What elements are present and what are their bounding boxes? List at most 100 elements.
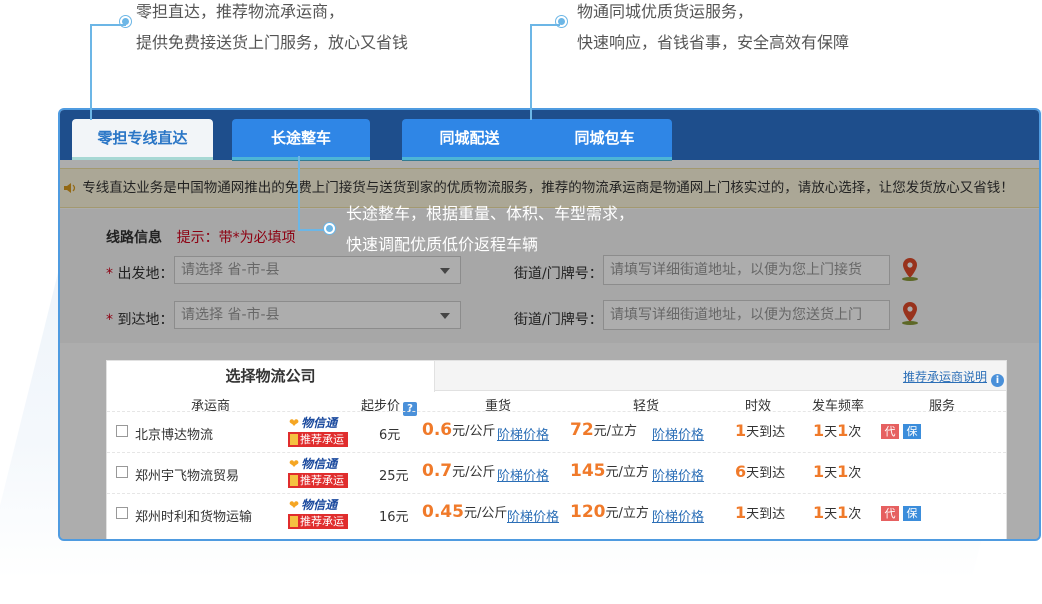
section-title-text: 线路信息 — [106, 230, 162, 246]
departure-frequency: 1天1次 — [813, 462, 861, 481]
callout-city-line2: 快速响应，省钱省事，安全高效有保障 — [577, 33, 850, 52]
table-row[interactable]: 郑州宇飞物流贸易 ❤ 物信通 推荐承运商 25元 0.7元/公斤 阶梯价格 145元/立方 阶梯… — [107, 452, 1006, 502]
map-pin-icon[interactable] — [900, 257, 920, 281]
callout-ltl: 零担直达，推荐物流承运商， 提供免费接送货上门服务，放心又省钱 — [120, 0, 409, 58]
heavy-tier-link[interactable]: 阶梯价格 — [497, 424, 549, 443]
callout-ltl-line2: 提供免费接送货上门服务，放心又省钱 — [136, 33, 409, 52]
cod-service-icon: 代 — [881, 506, 899, 521]
start-price: 25元 — [379, 469, 409, 484]
table-row[interactable]: 郑州时利和货物运输 ❤ 物信通 推荐承运商 16元 0.45元/公斤 阶梯价格 120元/立方… — [107, 493, 1006, 539]
callout-ltl-line1: 零担直达，推荐物流承运商， — [136, 2, 345, 21]
heavy-tier-link[interactable]: 阶梯价格 — [507, 506, 559, 525]
heavy-price-value: 0.7 — [422, 461, 453, 481]
freq-times: 1 — [837, 503, 849, 522]
light-price-value: 72 — [570, 420, 594, 440]
tab-city-charter[interactable]: 同城包车 — [537, 119, 672, 157]
heavy-tier-link[interactable]: 阶梯价格 — [497, 465, 549, 484]
dest-select[interactable]: 请选择 省-市-县 — [174, 301, 461, 329]
callout-line-city-h — [530, 24, 560, 26]
required-hint: 提示：带*为必填项 — [176, 230, 296, 246]
origin-placeholder: 请选择 省-市-县 — [181, 262, 280, 278]
insurance-service-icon: 保 — [903, 424, 921, 439]
logo-text: 物信通 — [301, 416, 338, 430]
chevron-down-icon — [440, 268, 450, 274]
tab-city-delivery[interactable]: 同城配送 — [402, 119, 537, 157]
section-title: 线路信息 提示：带*为必填项 — [106, 227, 296, 247]
dest-label-text: 到达地： — [117, 312, 174, 328]
freq-day-unit: 天 — [824, 425, 838, 440]
wuxintong-logo: ❤ 物信通 — [289, 496, 349, 512]
transit-time-value: 6 — [735, 462, 747, 481]
callout-line-long-h — [298, 229, 326, 231]
row-checkbox[interactable] — [116, 425, 128, 437]
start-price: 16元 — [379, 510, 409, 525]
light-price: 72元/立方 — [570, 420, 637, 440]
wuxintong-logo: ❤ 物信通 — [289, 455, 349, 471]
carrier-results: 选择物流公司 推荐承运商说明 i 承运商 起步价? 重货 轻货 时效 发车频率 服… — [106, 360, 1007, 539]
tab-ltl[interactable]: 零担专线直达 — [72, 119, 213, 157]
tab-city-group: 同城配送 同城包车 — [402, 119, 672, 157]
heavy-price-unit: 元/公斤 — [463, 506, 508, 521]
info-icon: i — [991, 374, 1004, 387]
recommend-explain-link[interactable]: 推荐承运商说明 i — [903, 368, 1004, 387]
light-tier-link[interactable]: 阶梯价格 — [652, 465, 704, 484]
heavy-price-value: 0.45 — [422, 502, 464, 522]
origin-select[interactable]: 请选择 省-市-县 — [174, 256, 461, 284]
light-price-unit: 元/立方 — [605, 506, 649, 521]
wuxintong-logo: ❤ 物信通 — [289, 414, 349, 430]
light-price-unit: 元/立方 — [593, 424, 638, 439]
light-price-unit: 元/立方 — [605, 465, 649, 480]
callout-line-city — [530, 24, 532, 120]
heavy-price-value: 0.6 — [422, 420, 453, 440]
logo-text: 物信通 — [301, 457, 338, 471]
logo-text: 物信通 — [301, 498, 338, 512]
freq-day-unit: 天 — [824, 507, 838, 522]
recommended-badge: 推荐承运商 — [288, 514, 348, 539]
heart-logo-icon: ❤ — [289, 457, 300, 471]
light-tier-link[interactable]: 阶梯价格 — [652, 506, 704, 525]
callout-dot — [324, 223, 335, 234]
chevron-down-icon — [440, 313, 450, 319]
origin-street-label: 街道/门牌号： — [514, 266, 603, 282]
row-checkbox[interactable] — [116, 507, 128, 519]
freq-days: 1 — [813, 421, 825, 440]
light-price: 120元/立方 — [570, 502, 649, 522]
heart-logo-icon: ❤ — [289, 498, 300, 512]
freq-day-unit: 天 — [824, 466, 838, 481]
tab-long-haul[interactable]: 长途整车 — [232, 119, 370, 157]
required-mark: * — [106, 266, 113, 282]
carrier-name: 郑州宇飞物流贸易 — [135, 469, 240, 484]
freq-times-unit: 次 — [848, 507, 862, 522]
transit-time: 6天到达 — [735, 462, 785, 481]
transit-time-unit: 天到达 — [746, 425, 786, 440]
light-tier-link[interactable]: 阶梯价格 — [652, 424, 704, 443]
callout-long-haul: 长途整车，根据重量、体积、车型需求， 快速调配优质低价返程车辆 — [324, 198, 634, 260]
table-row[interactable]: 北京博达物流 ❤ 物信通 推荐承运商 6元 0.6元/公斤 阶梯价格 72元/立方 阶梯价格 1天… — [107, 411, 1006, 461]
transit-time: 1天到达 — [735, 503, 785, 522]
transit-time-unit: 天到达 — [746, 466, 786, 481]
transit-time-value: 1 — [735, 503, 747, 522]
heavy-price-unit: 元/公斤 — [452, 424, 496, 439]
light-price-value: 120 — [570, 502, 606, 522]
dest-street-input[interactable]: 请填写详细街道地址，以便为您送货上门 — [603, 300, 890, 330]
notice-text: 专线直达业务是中国物通网推出的免费上门接货与送货到家的优质物流服务，推荐的物流承… — [82, 180, 1014, 196]
cod-service-icon: 代 — [881, 424, 899, 439]
explain-link-text[interactable]: 推荐承运商说明 — [903, 370, 987, 384]
origin-street-placeholder: 请填写详细街道地址，以便为您上门接货 — [610, 262, 862, 278]
freq-times-unit: 次 — [848, 425, 862, 440]
carrier-name: 北京博达物流 — [135, 428, 214, 443]
heavy-price: 0.7元/公斤 — [422, 461, 496, 481]
map-pin-icon[interactable] — [900, 301, 920, 325]
departure-frequency: 1天1次 — [813, 421, 861, 440]
freq-times: 1 — [837, 462, 849, 481]
callout-line-ltl — [90, 24, 92, 120]
heavy-price: 0.6元/公斤 — [422, 420, 496, 440]
tab-choose-carrier[interactable]: 选择物流公司 — [107, 361, 435, 392]
origin-street-input[interactable]: 请填写详细街道地址，以便为您上门接货 — [603, 255, 890, 285]
freight-panel: 零担专线直达 长途整车 同城配送 同城包车 专线直达业务是中国物通网推出的免费上门… — [58, 108, 1041, 541]
carrier-name: 郑州时利和货物运输 — [135, 510, 253, 525]
dest-street-label: 街道/门牌号： — [514, 312, 603, 328]
heart-logo-icon: ❤ — [289, 416, 300, 430]
row-checkbox[interactable] — [116, 466, 128, 478]
recommended-badge: 推荐承运商 — [288, 432, 348, 461]
